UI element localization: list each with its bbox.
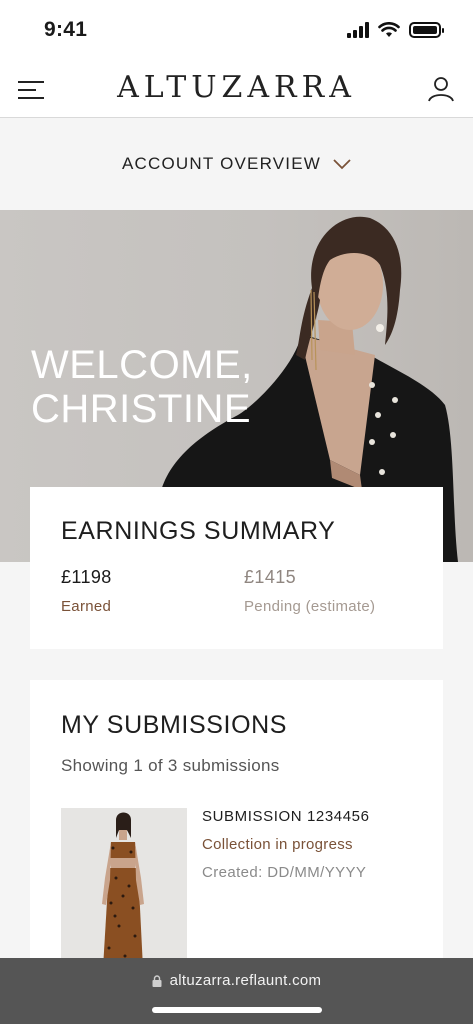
welcome-line-1: WELCOME, <box>31 343 253 387</box>
submissions-count-text: Showing 1 of 3 submissions <box>61 756 280 775</box>
wifi-icon <box>378 22 400 37</box>
signal-icon <box>347 22 369 38</box>
my-submissions-title: MY SUBMISSIONS <box>61 711 288 739</box>
pending-amount: £1415 <box>244 567 297 587</box>
earned-amount: £1198 <box>61 567 112 587</box>
account-overview-dropdown[interactable]: ACCOUNT OVERVIEW <box>0 118 473 210</box>
home-indicator[interactable] <box>152 1007 322 1013</box>
submission-id[interactable]: SUBMISSION 1234456 <box>202 808 370 825</box>
account-overview-label: ACCOUNT OVERVIEW <box>122 154 321 173</box>
user-icon[interactable] <box>427 75 455 103</box>
earnings-summary-card: EARNINGS SUMMARY £1198 Earned £1415 Pend… <box>30 487 443 649</box>
earned-label: Earned <box>61 598 112 615</box>
my-submissions-card: MY SUBMISSIONS Showing 1 of 3 submission… <box>30 680 443 980</box>
url-text: altuzarra.reflaunt.com <box>169 972 322 989</box>
status-icons <box>347 22 444 38</box>
submission-status: Collection in progress <box>202 836 353 853</box>
site-header: ALTUZARRA <box>0 62 473 118</box>
status-bar: 9:41 <box>0 0 473 62</box>
browser-url-bar[interactable]: altuzarra.reflaunt.com <box>0 958 473 1024</box>
submission-details: SUBMISSION 1234456 Collection in progres… <box>202 808 370 881</box>
url-display[interactable]: altuzarra.reflaunt.com <box>0 972 473 989</box>
battery-icon <box>409 22 444 38</box>
submission-created-date: Created: DD/MM/YYYY <box>202 864 367 881</box>
welcome-name: CHRISTINE <box>31 387 252 431</box>
welcome-heading: WELCOME, CHRISTINE <box>31 343 253 431</box>
pending-label: Pending (estimate) <box>244 598 376 615</box>
brand-logo[interactable]: ALTUZARRA <box>0 70 473 105</box>
submission-thumbnail[interactable] <box>61 808 187 968</box>
earnings-summary-title: EARNINGS SUMMARY <box>61 517 336 545</box>
chevron-down-icon <box>333 159 351 170</box>
submission-product-image <box>102 812 144 968</box>
status-time: 9:41 <box>44 18 88 41</box>
earned-block: £1198 Earned <box>61 567 112 615</box>
lock-icon <box>152 974 162 987</box>
pending-block: £1415 Pending (estimate) <box>244 567 375 615</box>
